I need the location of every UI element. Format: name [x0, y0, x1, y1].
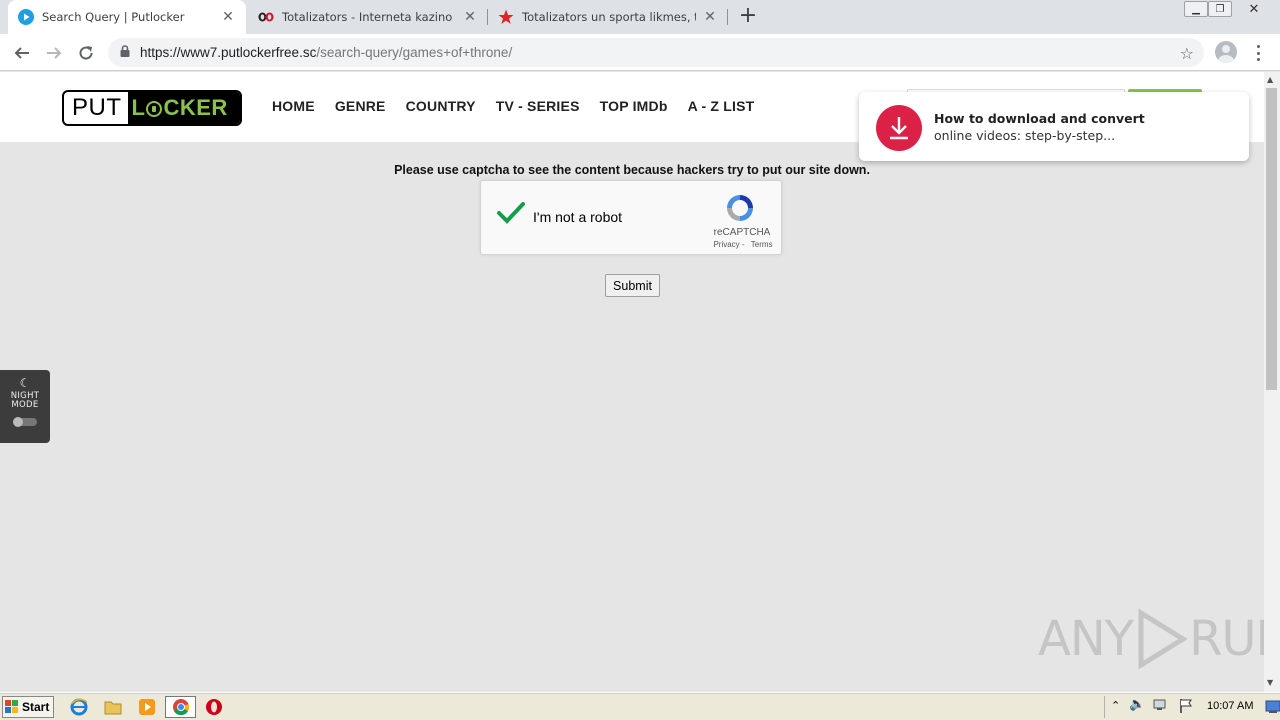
- main-nav: HOME GENRE COUNTRY TV - SERIES TOP IMDb …: [272, 98, 774, 114]
- night-mode-label-line2: MODE: [11, 400, 39, 410]
- watermark-play-icon: [1138, 609, 1188, 669]
- recaptcha-brand: reCAPTCHA: [713, 227, 771, 238]
- show-desktop-icon[interactable]: [1265, 700, 1280, 714]
- back-button[interactable]: [10, 41, 34, 65]
- clock: 10:07 AM: [1207, 700, 1254, 712]
- recaptcha-label: I'm not a robot: [533, 209, 623, 225]
- anyrun-watermark: ANY RUN: [1038, 609, 1264, 669]
- logo-locker-text: L CKER: [127, 92, 240, 124]
- red-star-icon: [498, 9, 514, 25]
- tab-title: Totalizators un sporta likmes, tiešraide: [522, 10, 696, 24]
- close-window-button[interactable]: ✕: [1232, 1, 1276, 17]
- volume-icon[interactable]: 🔈: [1129, 697, 1145, 712]
- putlocker-play-icon: [18, 9, 34, 25]
- new-tab-button[interactable]: +: [736, 4, 760, 30]
- chrome-icon: [172, 699, 189, 716]
- download-icon: [876, 105, 922, 151]
- internet-explorer-icon[interactable]: [69, 697, 89, 717]
- close-icon[interactable]: ✕: [702, 9, 718, 25]
- windows-logo-icon: [5, 700, 18, 713]
- nav-top-imdb[interactable]: TOP IMDb: [600, 98, 668, 114]
- media-player-icon[interactable]: [137, 697, 157, 717]
- address-bar[interactable]: https://www7.putlockerfree.sc/search-que…: [108, 38, 1204, 67]
- menu-kebab-icon[interactable]: [1250, 43, 1266, 63]
- recaptcha-terms-link[interactable]: Terms: [751, 240, 773, 249]
- file-explorer-icon[interactable]: [103, 697, 123, 717]
- url-path: /search-query/games+of+throne/: [316, 45, 513, 60]
- start-button[interactable]: Start: [2, 696, 54, 718]
- scroll-up-icon[interactable]: ▲: [1267, 75, 1273, 84]
- page-content: PUT L CKER HOME GENRE COUNTRY TV - SERIES…: [0, 72, 1264, 692]
- reload-icon: [79, 46, 93, 60]
- toggle-knob: [13, 417, 23, 427]
- close-icon[interactable]: ✕: [462, 9, 478, 25]
- notification-text: online videos: step-by-step...: [934, 128, 1116, 143]
- tab-title: Totalizators - Interneta kazino spēles: [282, 10, 456, 24]
- network-icon[interactable]: [1153, 698, 1169, 712]
- nav-country[interactable]: COUNTRY: [406, 98, 476, 114]
- browser-toolbar: https://www7.putlockerfree.sc/search-que…: [0, 34, 1280, 71]
- forward-button[interactable]: [42, 41, 66, 65]
- url-text: https://www7.putlockerfree.sc/search-que…: [140, 45, 512, 60]
- close-icon[interactable]: ✕: [220, 9, 236, 25]
- night-mode-widget[interactable]: ☾ NIGHT MODE: [0, 370, 50, 443]
- recaptcha-checkbox[interactable]: [495, 199, 527, 230]
- notification-title: How to download and convert: [934, 111, 1145, 126]
- recaptcha-privacy-link[interactable]: Privacy: [713, 240, 739, 249]
- restore-button[interactable]: ❐: [1208, 1, 1232, 17]
- minimize-button[interactable]: ▁: [1184, 1, 1208, 17]
- vertical-scrollbar[interactable]: ▲ ▼: [1264, 72, 1280, 692]
- system-tray: ⌃ 🔈 10:07 AM: [1104, 696, 1280, 718]
- chrome-taskbar-button[interactable]: [165, 696, 196, 718]
- putlocker-logo[interactable]: PUT L CKER: [62, 90, 242, 126]
- tab-search-query[interactable]: Search Query | Putlocker ✕: [8, 0, 246, 34]
- scrollbar-thumb[interactable]: [1266, 88, 1277, 390]
- forward-arrow-icon: [47, 47, 62, 59]
- scroll-down-icon[interactable]: ▼: [1267, 678, 1273, 687]
- start-label: Start: [22, 700, 50, 714]
- submit-button[interactable]: Submit: [605, 274, 660, 297]
- tab-totalizators-casino[interactable]: Totalizators - Interneta kazino spēles ✕: [248, 0, 488, 34]
- night-mode-toggle[interactable]: [13, 417, 37, 427]
- profile-avatar-icon[interactable]: [1215, 41, 1237, 63]
- reload-button[interactable]: [74, 41, 98, 65]
- nav-home[interactable]: HOME: [272, 98, 315, 114]
- download-notification[interactable]: How to download and convert online video…: [859, 92, 1249, 161]
- opera-icon[interactable]: [204, 697, 224, 717]
- tab-totalizators-sports[interactable]: Totalizators un sporta likmes, tiešraide…: [488, 0, 728, 34]
- totalizators-icon: [258, 9, 274, 25]
- browser-tab-strip: Search Query | Putlocker ✕ Totalizators …: [0, 0, 1280, 34]
- action-center-flag-icon[interactable]: [1179, 698, 1195, 714]
- recaptcha-logo-icon: [724, 192, 756, 227]
- logo-lock-icon: [146, 101, 163, 117]
- bookmark-star-icon[interactable]: ☆: [1180, 44, 1194, 63]
- windows-taskbar: Start ⌃ 🔈 10:07 AM: [0, 692, 1280, 720]
- url-host: https://www7.putlockerfree.sc: [140, 45, 317, 60]
- moon-icon: ☾: [19, 376, 31, 390]
- recaptcha-widget: I'm not a robot reCAPTCHA Privacy - Term…: [480, 180, 782, 255]
- back-arrow-icon: [14, 47, 29, 59]
- tray-expand-icon[interactable]: ⌃: [1111, 699, 1120, 712]
- night-mode-label: NIGHT MODE: [5, 392, 45, 410]
- tab-separator: [727, 9, 728, 25]
- logo-put-text: PUT: [72, 94, 122, 121]
- tab-title: Search Query | Putlocker: [42, 10, 185, 24]
- lock-icon: [120, 45, 130, 60]
- captcha-message: Please use captcha to see the content be…: [394, 163, 870, 177]
- watermark-right-text: RUN: [1189, 611, 1264, 667]
- checkmark-icon: [497, 202, 525, 224]
- nav-a-z-list[interactable]: A - Z LIST: [688, 98, 755, 114]
- watermark-left-text: ANY: [1038, 611, 1134, 667]
- recaptcha-links: Privacy - Terms: [713, 240, 773, 249]
- nav-tv-series[interactable]: TV - SERIES: [496, 98, 580, 114]
- nav-genre[interactable]: GENRE: [335, 98, 386, 114]
